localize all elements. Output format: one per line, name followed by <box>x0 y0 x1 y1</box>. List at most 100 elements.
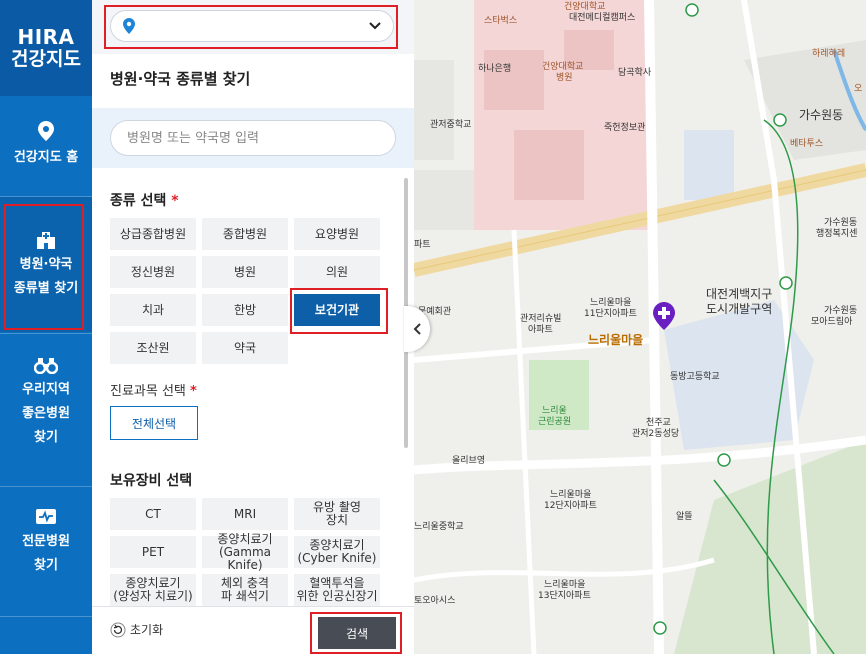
search-button[interactable]: 검색 <box>318 617 396 649</box>
map-label: 모아드림아 <box>811 317 853 327</box>
specialist-icon <box>36 509 56 524</box>
map-label: 느리울마을 <box>590 298 632 308</box>
hospital-marker-icon[interactable] <box>653 302 675 330</box>
nav-specialist-hospital[interactable]: 전문병원 찾기 <box>0 506 92 578</box>
equipment-chip[interactable]: CT <box>110 498 196 530</box>
hospital-name-search-input[interactable] <box>110 120 396 156</box>
panel-title: 병원·약국 종류별 찾기 <box>110 70 251 88</box>
map-label: 대전계백지구 <box>706 287 773 301</box>
map-label: 관저중학교 <box>430 120 472 130</box>
nav-good-hospital[interactable]: 우리지역 좋은병원 찾기 <box>0 356 92 450</box>
map-label: 하레하레 <box>812 49 846 59</box>
map-label: 관저리슈빌 <box>520 314 562 324</box>
type-section-label: 종류 선택 <box>110 193 167 209</box>
nav-good-hospital-label-2: 좋은병원 <box>22 406 70 421</box>
location-select[interactable] <box>110 10 394 42</box>
reset-button[interactable]: 초기화 <box>110 621 163 638</box>
map-label: 담곡학사 <box>618 68 652 78</box>
equipment-chip[interactable]: 종양치료기 (Cyber Knife) <box>294 536 380 568</box>
equipment-chip[interactable]: MRI <box>202 498 288 530</box>
map-label: 하나은행 <box>478 64 512 74</box>
location-pin-icon <box>123 18 135 34</box>
equipment-label: MRI <box>233 506 257 521</box>
equipment-label: (Cyber Knife) <box>297 551 377 565</box>
map-label: 느리울중학교 <box>414 522 464 532</box>
map-label: 관저2동성당 <box>632 429 680 439</box>
select-all-button[interactable]: 전체선택 <box>110 406 198 440</box>
type-chip-selected[interactable]: 보건기관 <box>294 294 380 326</box>
nav-divider <box>0 616 92 617</box>
reset-label: 초기화 <box>130 623 164 637</box>
nav-hospital-type-label-2: 종류별 찾기 <box>13 280 79 296</box>
hira-logo[interactable]: HIRA 건강지도 <box>0 0 92 96</box>
nav-good-hospital-label-3: 찾기 <box>34 430 58 445</box>
nav-specialist-label-2: 찾기 <box>34 558 58 573</box>
required-mark: * <box>171 193 179 209</box>
type-chip[interactable]: 요양병원 <box>294 218 380 250</box>
nav-home-label: 건강지도 홈 <box>13 150 79 165</box>
nav-good-hospital-label-1: 우리지역 <box>22 382 70 397</box>
map-label: 11단지아파트 <box>584 309 637 319</box>
type-section-title: 종류 선택 * <box>110 190 179 210</box>
panel-footer: 초기화 검색 <box>92 606 414 655</box>
nav-hospital-type-search[interactable]: 병원·약국 종류별 찾기 <box>0 197 92 332</box>
nav-home[interactable]: 건강지도 홈 <box>0 120 92 170</box>
equipment-chip[interactable]: 유방 촬영 장치 <box>294 498 380 530</box>
equipment-label: 파 쇄석기 <box>221 589 269 603</box>
equipment-chip[interactable]: 체외 충격 파 쇄석기 <box>202 574 288 606</box>
map-label: 느리울마을 <box>550 490 592 500</box>
equipment-label: (양성자 치료기) <box>113 589 193 603</box>
type-chip[interactable]: 조산원 <box>110 332 196 364</box>
sidebar: HIRA 건강지도 건강지도 홈 병원·약국 종류별 찾기 우리지역 좋은병원 … <box>0 0 92 654</box>
map-label: 천주교 <box>646 418 671 428</box>
map-label: 13단지아파트 <box>538 591 591 601</box>
map-label: 아파트 <box>528 325 553 335</box>
required-mark: * <box>190 384 197 399</box>
nav-divider <box>0 486 92 487</box>
type-chip[interactable]: 약국 <box>202 332 288 364</box>
type-chip[interactable]: 종합병원 <box>202 218 288 250</box>
type-chip[interactable]: 의원 <box>294 256 380 288</box>
equipment-label: (Gamma Knife) <box>218 544 272 572</box>
map-label: 대전메디컬캠퍼스 <box>569 13 636 23</box>
equipment-label: PET <box>141 544 165 559</box>
map-label: 파트 <box>414 240 431 250</box>
equipment-chip[interactable]: 종양치료기 (양성자 치료기) <box>110 574 196 606</box>
map-label: 건양대학교 <box>564 2 606 12</box>
type-chip[interactable]: 치과 <box>110 294 196 326</box>
type-chip[interactable]: 정신병원 <box>110 256 196 288</box>
dept-section-title: 진료과목 선택 * <box>110 380 197 399</box>
type-chip[interactable]: 한방 <box>202 294 288 326</box>
map-label: 느리울마을 <box>544 580 586 590</box>
map-label: 가수원동 <box>824 218 858 228</box>
map-label: 행정복지센 <box>816 229 858 239</box>
equipment-label: 장치 <box>325 513 349 527</box>
equipment-label: CT <box>145 506 161 521</box>
map-label: 12단지아파트 <box>544 501 597 511</box>
map-label: 베타투스 <box>790 139 824 149</box>
map-view[interactable]: 건양대학교 대전메디컬캠퍼스 스타벅스 하나은행 건양대학교 병원 담곡학사 관… <box>414 0 866 654</box>
map-label: 건양대학교 <box>542 62 584 72</box>
map-label: 근린공원 <box>538 417 572 427</box>
map-label: 도시개발구역 <box>706 302 773 316</box>
equipment-chip[interactable]: 종양치료기 (Gamma Knife) <box>202 531 288 571</box>
map-label: 병원 <box>556 73 573 83</box>
type-chip[interactable]: 상급종합병원 <box>110 218 196 250</box>
equipment-chip[interactable]: PET <box>110 536 196 568</box>
equipment-label: 위한 인공신장기 <box>296 589 378 603</box>
search-panel: 병원·약국 종류별 찾기 종류 선택 * 상급종합병원 종합병원 요양병원 정신… <box>92 0 414 655</box>
map-label: 가수원동 <box>799 108 844 122</box>
logo-text-hira: HIRA <box>17 25 75 49</box>
equipment-chip[interactable]: 혈액투석을 위한 인공신장기 <box>294 574 380 606</box>
type-chip[interactable]: 병원 <box>202 256 288 288</box>
equipment-label: 종양치료기 <box>217 531 273 546</box>
hospital-icon <box>37 231 55 249</box>
binoculars-icon <box>34 358 58 374</box>
equip-section-title: 보유장비 선택 <box>110 473 193 489</box>
nav-hospital-type-label-1: 병원·약국 <box>19 256 73 272</box>
dept-section-label: 진료과목 선택 <box>110 384 186 399</box>
nav-specialist-label-1: 전문병원 <box>22 534 70 549</box>
location-pin-icon <box>38 121 54 141</box>
location-bar <box>92 0 414 54</box>
map-base <box>414 0 866 654</box>
